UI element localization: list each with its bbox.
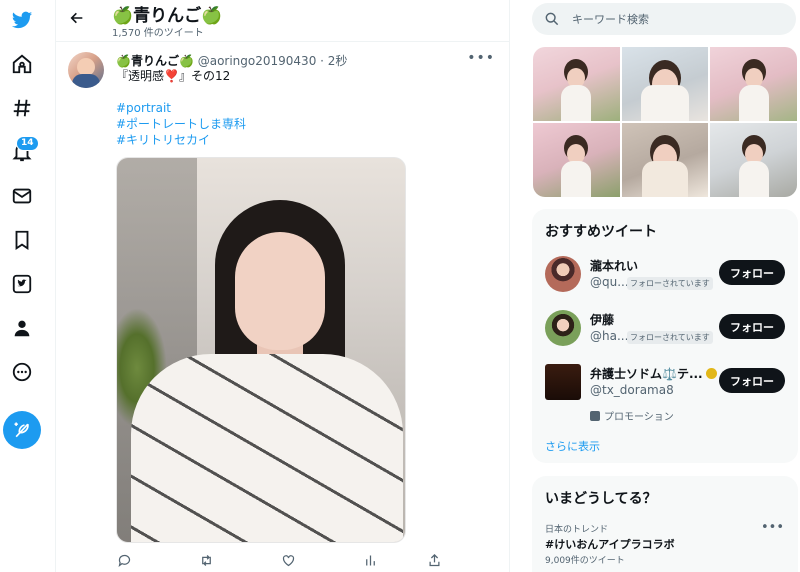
more-options-icon[interactable]: ••• [761,520,784,535]
tweet-photo[interactable] [116,157,406,543]
user-name[interactable]: 伊藤 [590,311,614,328]
hashtag-link[interactable]: #キリトリセカイ [116,132,246,148]
media-thumbnail[interactable] [533,123,620,197]
follow-button[interactable]: フォロー [719,260,785,285]
views-icon[interactable] [360,550,380,570]
tweet-time[interactable]: 2秒 [328,54,348,68]
main-column: 🍏青りんご🍏 1,570 件のツイート 🍏青りんご🍏 @aoringo20190… [55,0,510,572]
compose-tweet-button[interactable] [3,411,41,449]
notifications-button[interactable]: 14 [0,134,44,170]
right-sidebar: おすすめツイート 瀧本れい @qu... フォローされています フォロー 伊藤 … [520,0,800,572]
media-thumbnail[interactable] [621,47,709,121]
arrow-left-icon [70,12,83,24]
recommended-user[interactable]: 伊藤 @ha... フォローされています フォロー [532,310,798,356]
profile-header: 🍏青りんご🍏 1,570 件のツイート [56,0,509,42]
show-more-link[interactable]: さらに表示 [545,438,600,454]
recommended-user[interactable]: 瀧本れい @qu... フォローされています フォロー [532,256,798,302]
trend-name[interactable]: #けいおんアイプラコラボ [545,536,675,552]
follows-you-badge: フォローされています [627,277,713,290]
follow-button[interactable]: フォロー [719,314,785,339]
left-nav: 14 [0,0,44,572]
user-name[interactable]: 弁護士ソドム⚖️テ... [590,365,717,382]
recommended-card: おすすめツイート 瀧本れい @qu... フォローされています フォロー 伊藤 … [532,209,798,463]
back-button[interactable] [66,7,88,29]
search-icon [545,12,559,26]
tweet-count: 1,570 件のツイート [112,28,204,39]
follow-button[interactable]: フォロー [719,368,785,393]
user-handle: @tx_dorama8 [590,383,674,397]
avatar[interactable] [545,256,581,292]
tweet-actions [114,550,444,570]
tweet-header: 🍏青りんご🍏 @aoringo20190430 · 2秒 [116,52,347,69]
user-handle: @qu... [590,275,629,289]
recommended-title: おすすめツイート [545,224,657,240]
recommended-user[interactable]: 弁護士ソドム⚖️テ... @tx_dorama8 プロモーション フォロー [532,364,798,423]
follows-you-badge: フォローされています [627,331,713,344]
media-thumbnail[interactable] [621,123,709,197]
more-options-icon[interactable]: ••• [467,50,495,66]
tweet-hashtags: #portrait #ポートレートしま専科 #キリトリセカイ [116,100,246,148]
tweet[interactable]: 🍏青りんご🍏 @aoringo20190430 · 2秒 ••• 『透明感❣️』… [56,42,509,572]
feather-icon [14,422,29,438]
verified-badge-icon [705,368,717,379]
media-thumbnail[interactable] [710,123,797,197]
tweet-author-name[interactable]: 🍏青りんご🍏 [116,54,194,68]
hashtag-icon[interactable] [0,90,44,126]
more-icon[interactable] [0,354,44,390]
tweet-separator: · [316,54,328,68]
promoted-label: プロモーション [590,408,674,423]
avatar[interactable] [545,310,581,346]
twitter-logo-icon[interactable] [0,2,44,38]
media-thumbnail[interactable] [710,47,797,121]
media-thumbnail[interactable] [533,47,620,121]
like-icon[interactable] [278,550,298,570]
reply-icon[interactable] [114,550,134,570]
profile-icon[interactable] [0,310,44,346]
hashtag-link[interactable]: #ポートレートしま専科 [116,116,246,132]
share-icon[interactable] [424,550,444,570]
bookmark-icon[interactable] [0,222,44,258]
twitter-blue-icon[interactable] [0,266,44,302]
media-grid [533,47,797,197]
search-input[interactable] [572,10,782,28]
tweet-author-handle[interactable]: @aoringo20190430 [198,54,317,68]
promoted-icon [590,411,600,421]
avatar[interactable] [68,52,104,88]
home-icon[interactable] [0,46,44,82]
retweet-icon[interactable] [196,550,216,570]
avatar[interactable] [545,364,581,400]
trends-title: いまどうしてる？ [545,491,657,507]
trend-count: 9,009件のツイート [545,556,625,566]
user-name[interactable]: 瀧本れい [590,257,638,274]
mail-icon[interactable] [0,178,44,214]
hashtag-link[interactable]: #portrait [116,100,246,116]
trend-label: 日本のトレンド [545,525,609,535]
page-title: 🍏青りんご🍏 [112,6,223,26]
trends-card: いまどうしてる？ 日本のトレンド #けいおんアイプラコラボ 9,009件のツイー… [532,476,798,572]
search-box[interactable] [532,3,796,35]
notification-badge: 14 [16,136,39,151]
tweet-text: 『透明感❣️』その12 [116,69,231,83]
user-handle: @ha... [590,329,629,343]
